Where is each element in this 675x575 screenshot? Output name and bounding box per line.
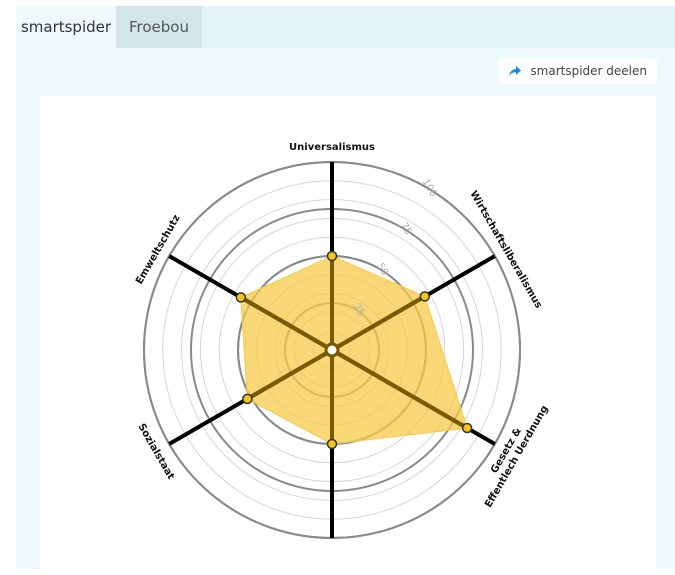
share-smartspider-button[interactable]: smartspider deelen bbox=[498, 58, 657, 84]
axis-label: Gesetz &Effentlech Uerdnung bbox=[483, 404, 550, 510]
tab-panel: smartspider deelen 25 50 75 100 Universalism… bbox=[16, 48, 675, 571]
axis-label: Wirtschaftsliberalismus bbox=[467, 189, 543, 310]
radar-chart: 255075100UniversalismusWirtschaftslibera… bbox=[134, 142, 551, 539]
data-point bbox=[235, 292, 247, 303]
axis-label-text: Effentlech Uerdnung bbox=[483, 404, 550, 510]
axis-label: Sozialstaat bbox=[135, 422, 176, 482]
tab-bar-background bbox=[202, 6, 675, 48]
tab-smartspider[interactable]: smartspider bbox=[16, 6, 116, 48]
center-point bbox=[324, 342, 340, 358]
tick-label: 100 bbox=[420, 177, 439, 199]
tab-froebou[interactable]: Froebou bbox=[116, 6, 202, 48]
axis-label-text: Wirtschaftsliberalismus bbox=[467, 189, 543, 310]
axis-label: Universalismus bbox=[289, 142, 375, 153]
tick-label: 75 bbox=[398, 221, 414, 238]
data-point bbox=[242, 393, 253, 405]
share-button-label: smartspider deelen bbox=[530, 64, 647, 78]
smartspider-container: smartspider Froebou smartspider deelen 2… bbox=[16, 6, 675, 571]
data-point bbox=[326, 438, 338, 450]
data-area bbox=[240, 255, 468, 445]
axis-label-text: Universalismus bbox=[289, 142, 375, 153]
data-point bbox=[461, 422, 473, 434]
share-arrow-icon bbox=[508, 64, 522, 78]
chart-card: 25 50 75 100 Universalismus Wirtschaftslibera… bbox=[40, 96, 656, 571]
axis-label-text: Sozialstaat bbox=[135, 422, 176, 482]
tab-bar: smartspider Froebou bbox=[16, 6, 202, 48]
data-point bbox=[326, 250, 338, 262]
data-point bbox=[419, 291, 431, 302]
